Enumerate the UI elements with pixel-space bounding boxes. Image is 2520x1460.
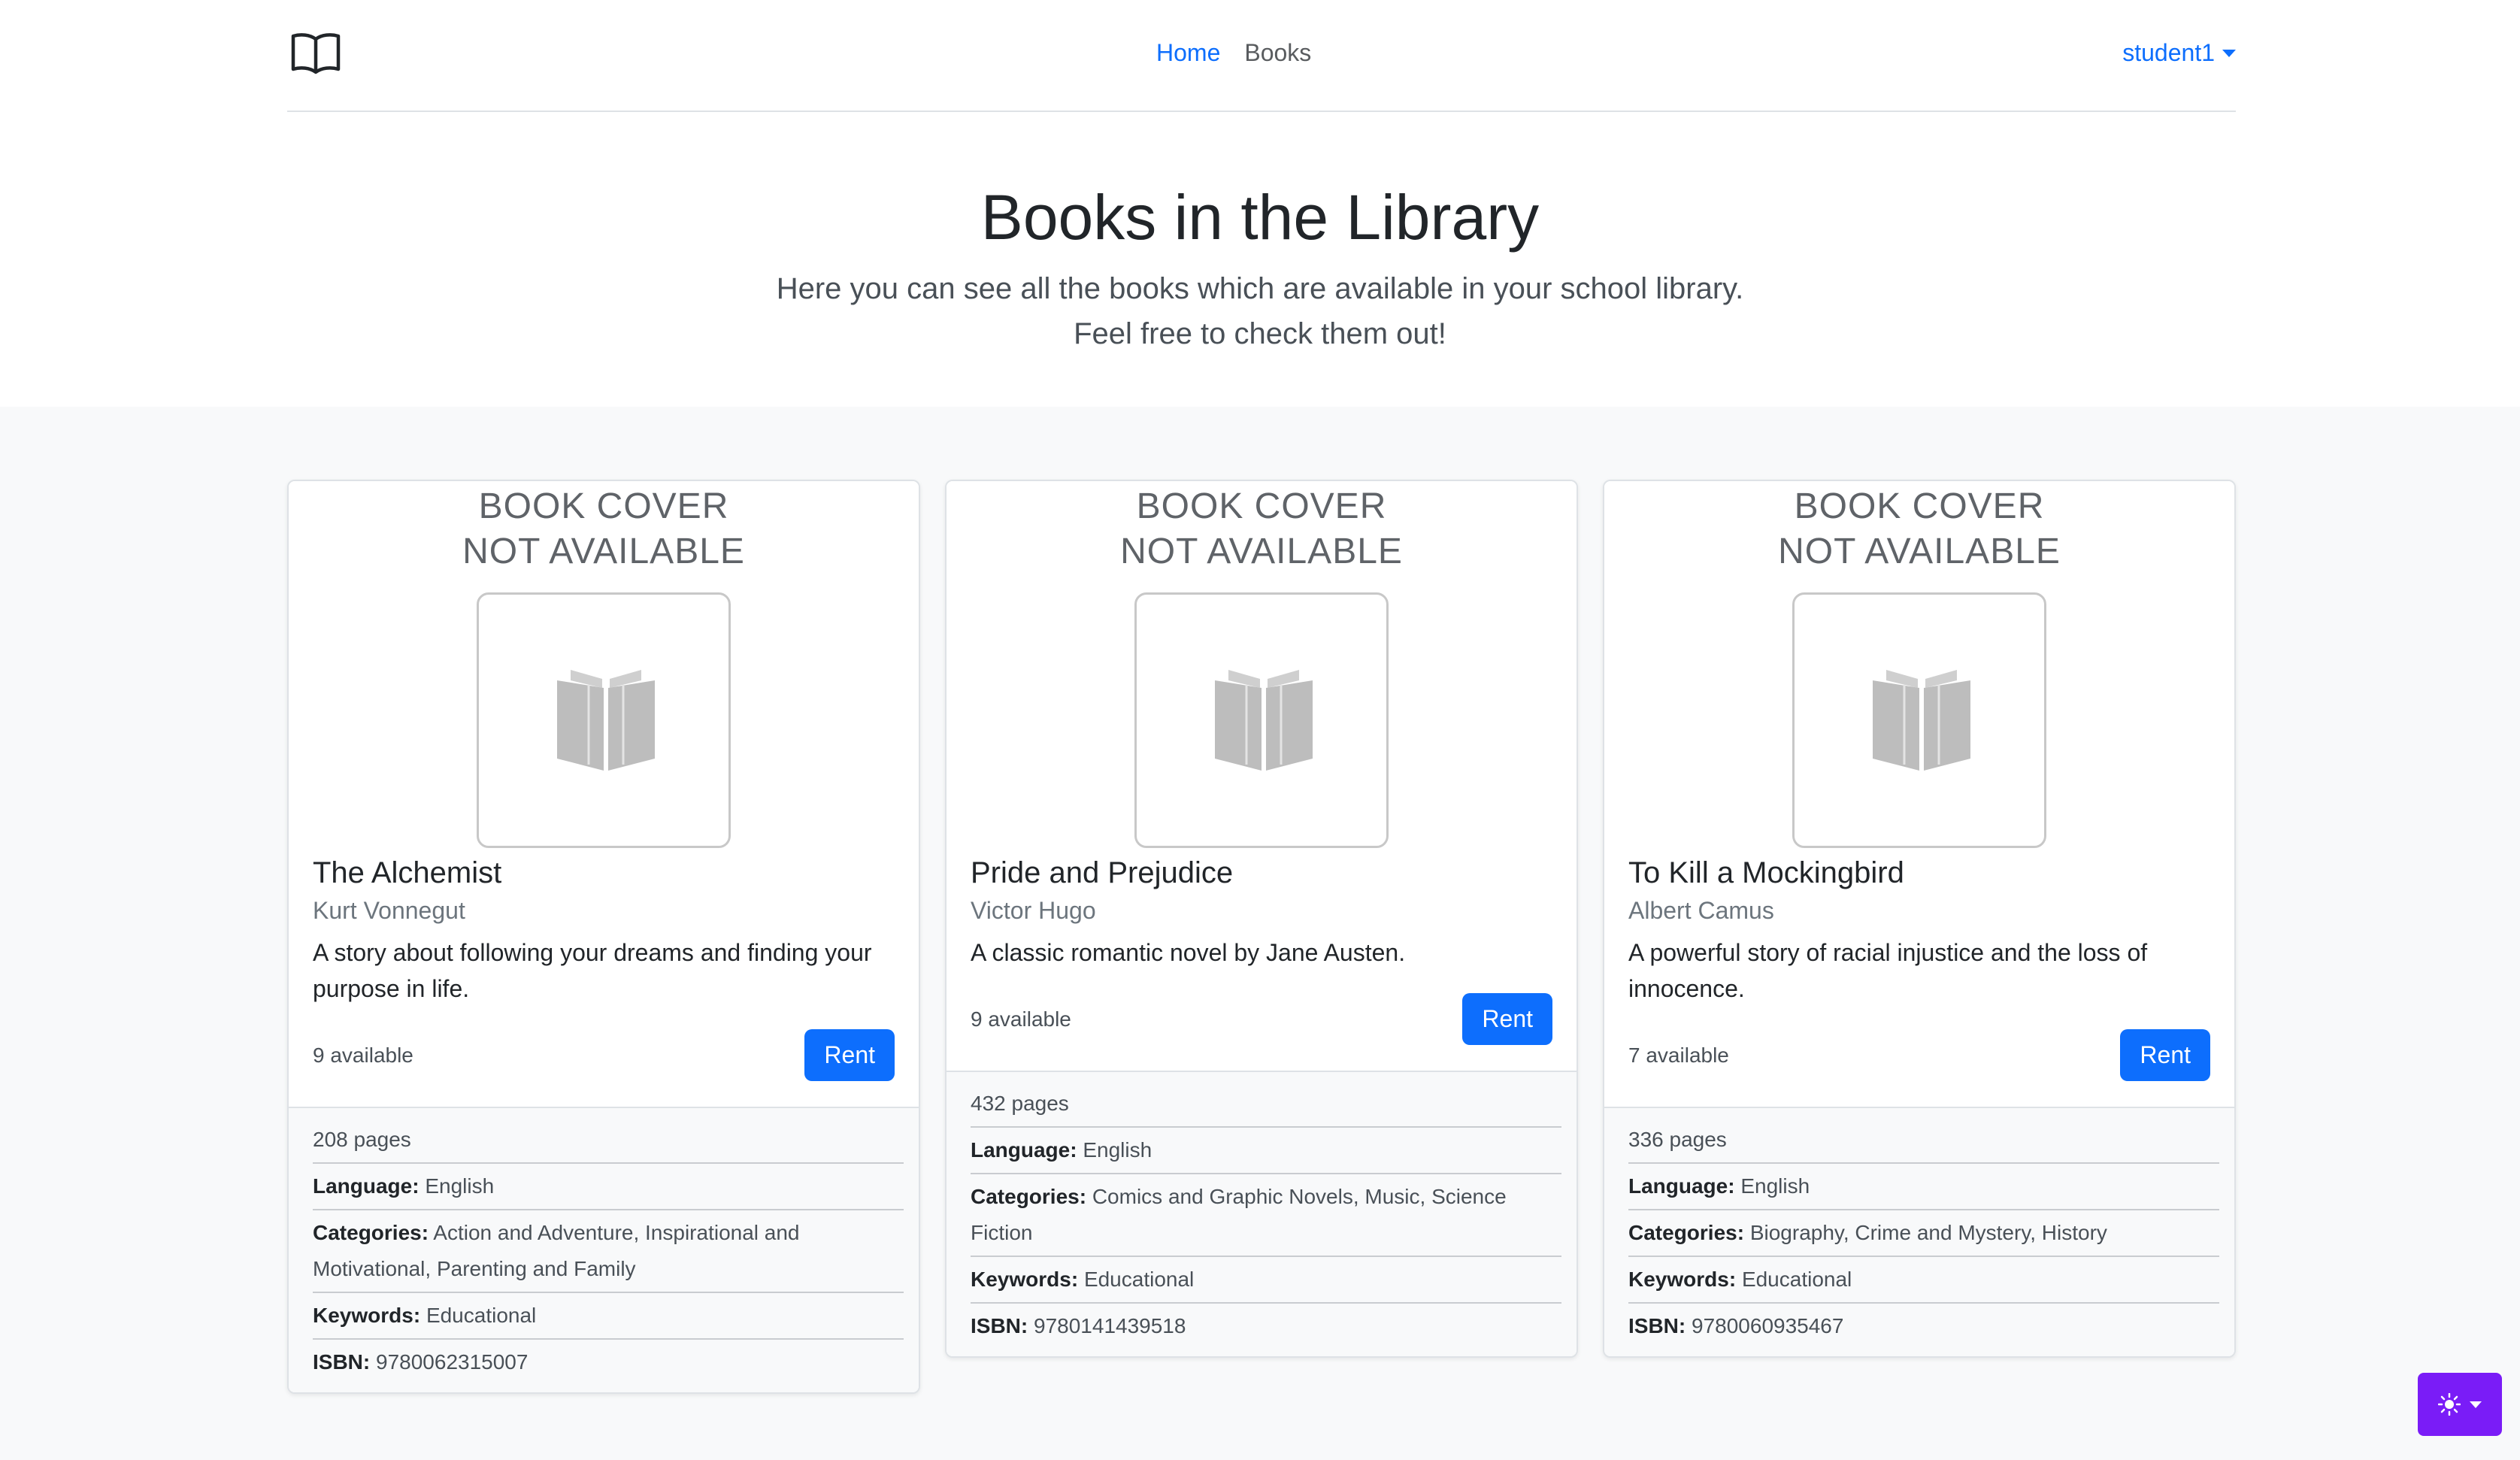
book-language: Language: English [1628,1164,2219,1210]
book-details-list: 336 pages Language: English Categories: … [1604,1107,2234,1356]
card-actions: 7 available Rent [1628,1029,2210,1081]
book-pages: 208 pages [313,1117,904,1164]
main-nav: Home Books [1156,39,1311,67]
book-cover-placeholder: BOOK COVER NOT AVAILABLE [1604,481,2234,853]
user-menu-dropdown[interactable]: student1 [2122,39,2236,67]
language-label: Language: [971,1138,1077,1162]
language-value: English [1083,1138,1152,1162]
book-icon [1873,670,1970,771]
book-categories: Categories: Action and Adventure, Inspir… [313,1210,904,1293]
chevron-down-icon [2470,1401,2482,1408]
book-author: Albert Camus [1628,897,1774,924]
book-details-list: 208 pages Language: English Categories: … [289,1107,919,1392]
card-body: Pride and Prejudice Victor Hugo A classi… [947,853,1577,1071]
book-pages: 336 pages [1628,1117,2219,1164]
keywords-value: Educational [1741,1268,1852,1291]
book-description: A powerful story of racial injustice and… [1628,939,2148,1002]
book-pages: 432 pages [971,1081,1561,1128]
book-categories: Categories: Biography, Crime and Mystery… [1628,1210,2219,1257]
isbn-label: ISBN: [1628,1314,1686,1337]
availability-count: 9 available [971,1007,1071,1031]
chevron-down-icon [2222,49,2236,57]
cover-image-frame [477,592,731,848]
isbn-value: 9780141439518 [1034,1314,1186,1337]
cover-placeholder-text: BOOK COVER NOT AVAILABLE [289,484,919,574]
cover-image-frame [1792,592,2046,848]
isbn-label: ISBN: [313,1350,371,1374]
book-language: Language: English [971,1128,1561,1174]
book-cover-placeholder: BOOK COVER NOT AVAILABLE [947,481,1577,853]
book-card: BOOK COVER NOT AVAILABLE To Kill a Mocki… [1603,480,2236,1358]
book-isbn: ISBN: 9780060935467 [1628,1304,2219,1349]
book-keywords: Keywords: Educational [313,1293,904,1340]
availability-count: 9 available [313,1043,413,1067]
rent-button[interactable]: Rent [2120,1029,2210,1081]
book-description: A story about following your dreams and … [313,939,872,1002]
cover-text-line-1: BOOK COVER [1794,486,2045,526]
rent-button[interactable]: Rent [804,1029,895,1081]
open-book-icon[interactable] [290,30,341,75]
theme-toggle-button[interactable] [2418,1373,2502,1436]
keywords-value: Educational [1083,1268,1195,1291]
book-icon [557,670,655,771]
card-body: The Alchemist Kurt Vonnegut A story abou… [289,853,919,1107]
book-title: The Alchemist [313,856,502,889]
top-navbar: Home Books student1 [287,0,2236,112]
categories-label: Categories: [1628,1221,1745,1244]
categories-label: Categories: [971,1185,1087,1208]
book-cover-placeholder: BOOK COVER NOT AVAILABLE [289,481,919,853]
nav-books-link[interactable]: Books [1244,39,1311,67]
categories-value: Biography, Crime and Mystery, History [1749,1221,2107,1244]
cover-text-line-2: NOT AVAILABLE [1120,532,1403,571]
book-title: To Kill a Mockingbird [1628,856,1904,889]
categories-label: Categories: [313,1221,429,1244]
cover-image-frame [1134,592,1389,848]
sun-icon [2438,1393,2461,1416]
language-label: Language: [313,1174,419,1198]
book-keywords: Keywords: Educational [971,1257,1561,1304]
book-card: BOOK COVER NOT AVAILABLE Pride and Preju… [945,480,1578,1358]
lead-line-1: Here you can see all the books which are… [776,272,1744,305]
book-description: A classic romantic novel by Jane Austen. [971,939,1406,966]
book-language: Language: English [313,1164,904,1210]
language-value: English [1740,1174,1810,1198]
lead-line-2: Feel free to check them out! [1074,317,1446,350]
book-details-list: 432 pages Language: English Categories: … [947,1071,1577,1356]
cover-placeholder-text: BOOK COVER NOT AVAILABLE [947,484,1577,574]
page-title: Books in the Library [980,182,1540,253]
isbn-value: 9780062315007 [376,1350,529,1374]
books-album: BOOK COVER NOT AVAILABLE The Alchemist K… [0,407,2520,1460]
keywords-label: Keywords: [1628,1268,1737,1291]
user-name: student1 [2122,39,2215,66]
book-isbn: ISBN: 9780141439518 [971,1304,1561,1349]
hero-section: Books in the Library Here you can see al… [0,112,2520,407]
nav-home-link[interactable]: Home [1156,39,1220,67]
book-isbn: ISBN: 9780062315007 [313,1340,904,1385]
book-author: Victor Hugo [971,897,1096,924]
keywords-label: Keywords: [313,1304,421,1327]
book-keywords: Keywords: Educational [1628,1257,2219,1304]
cover-text-line-1: BOOK COVER [1136,486,1387,526]
language-value: English [425,1174,495,1198]
card-body: To Kill a Mockingbird Albert Camus A pow… [1604,853,2234,1107]
book-categories: Categories: Comics and Graphic Novels, M… [971,1174,1561,1257]
card-actions: 9 available Rent [971,993,1552,1045]
cover-text-line-1: BOOK COVER [478,486,729,526]
isbn-label: ISBN: [971,1314,1028,1337]
cover-text-line-2: NOT AVAILABLE [462,532,745,571]
book-title: Pride and Prejudice [971,856,1234,889]
isbn-value: 9780060935467 [1692,1314,1844,1337]
page-lead: Here you can see all the books which are… [0,266,2520,356]
cover-text-line-2: NOT AVAILABLE [1778,532,2061,571]
card-actions: 9 available Rent [313,1029,895,1081]
book-card: BOOK COVER NOT AVAILABLE The Alchemist K… [287,480,920,1394]
cover-placeholder-text: BOOK COVER NOT AVAILABLE [1604,484,2234,574]
rent-button[interactable]: Rent [1462,993,1552,1045]
language-label: Language: [1628,1174,1735,1198]
keywords-label: Keywords: [971,1268,1079,1291]
keywords-value: Educational [426,1304,537,1327]
book-author: Kurt Vonnegut [313,897,465,924]
availability-count: 7 available [1628,1043,1729,1067]
book-icon [1215,670,1313,771]
